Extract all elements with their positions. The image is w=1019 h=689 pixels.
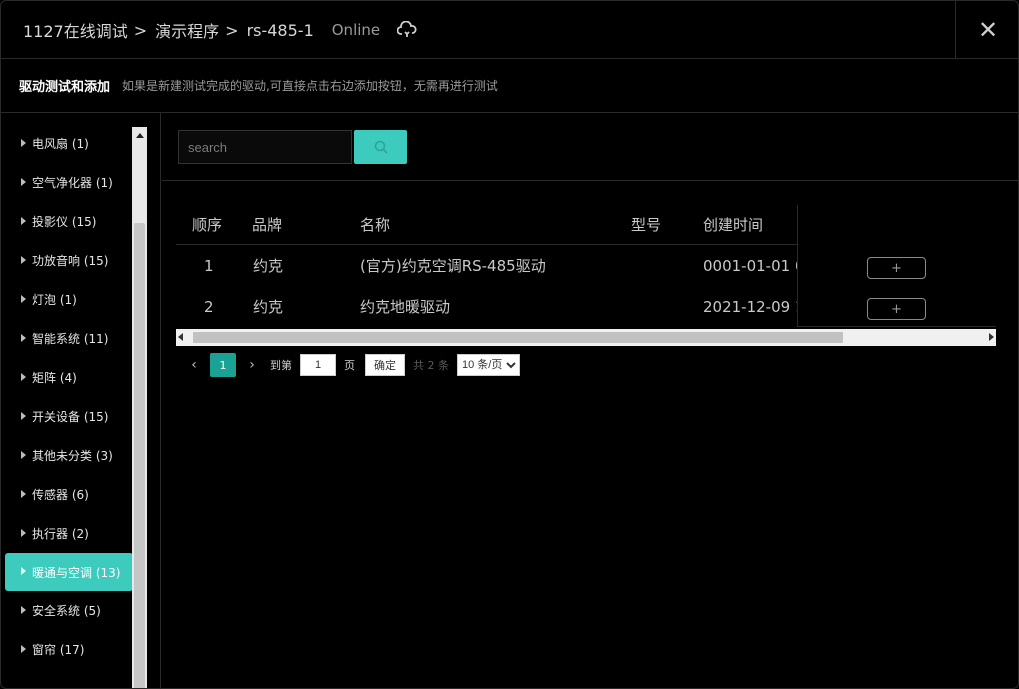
goto-label: 到第 (270, 359, 292, 372)
caret-right-icon (21, 644, 26, 653)
cell-created: 0001-01-01 0 (703, 257, 797, 275)
sidebar-item-label: 电风扇 (1) (32, 137, 89, 151)
search-input[interactable] (178, 130, 352, 164)
sidebar-item-label: 安全系统 (5) (32, 604, 101, 618)
page-size-select[interactable]: 10 条/页 (457, 354, 520, 376)
goto-page-input[interactable] (300, 354, 336, 376)
sidebar-item-category[interactable]: 摄像器 (16) (5, 113, 133, 124)
add-driver-button[interactable]: + (867, 257, 926, 279)
add-driver-button[interactable]: + (867, 298, 926, 320)
sidebar-item-category[interactable]: 电风扇 (1) (5, 124, 133, 163)
breadcrumb-item-project[interactable]: 1127在线调试 (23, 18, 128, 42)
caret-right-icon (21, 567, 26, 575)
page-unit-label: 页 (344, 359, 355, 372)
sidebar-item-category[interactable]: 开关设备 (15) (5, 397, 133, 436)
section-hint: 如果是新建测试完成的驱动,可直接点击右边添加按钮，无需再进行测试 (122, 79, 498, 93)
caret-right-icon (21, 372, 26, 381)
scroll-thumb[interactable] (134, 223, 145, 688)
section-title: 驱动测试和添加 (19, 80, 111, 95)
caret-right-icon (21, 294, 26, 303)
caret-right-icon (21, 411, 26, 420)
section-header: 驱动测试和添加 如果是新建测试完成的驱动,可直接点击右边添加按钮，无需再进行测试 (1, 59, 1018, 113)
goto-confirm-button[interactable]: 确定 (365, 354, 405, 376)
cloud-sync-icon[interactable] (396, 19, 418, 41)
search-icon (374, 140, 388, 154)
caret-right-icon (21, 216, 26, 225)
sidebar-item-category[interactable]: 其他未分类 (3) (5, 436, 133, 475)
caret-right-icon (21, 333, 26, 342)
close-button-area: ✕ (955, 1, 1018, 58)
column-header-model: 型号 (631, 216, 662, 234)
breadcrumb-item-device: rs-485-1 (246, 20, 314, 40)
category-list: 摄像器 (16) 电风扇 (1) 空气净化器 (1) 投影仪 (15) 功放音响 (15… (5, 113, 133, 669)
sidebar-item-category[interactable]: 窗帘 (17) (5, 630, 133, 669)
driver-table: 顺序 品牌 名称 型号 创建时间 1 约克 (官方)约克空调RS-485驱动 0… (176, 205, 996, 347)
dialog-header: 1127在线调试 > 演示程序 > rs-485-1 Online ✕ (1, 1, 1018, 59)
scroll-left-icon[interactable] (178, 333, 183, 341)
sidebar-item-category[interactable]: 空气净化器 (1) (5, 163, 133, 202)
search-button[interactable] (354, 130, 407, 164)
caret-right-icon (21, 138, 26, 147)
sidebar-item-label: 智能系统 (11) (32, 332, 109, 346)
status-badge: Online (331, 21, 381, 39)
cell-created: 2021-12-09 1 (703, 298, 797, 316)
sidebar-item-category[interactable]: 传感器 (6) (5, 475, 133, 514)
chevron-right-icon: > (225, 20, 239, 40)
caret-right-icon (21, 605, 26, 614)
sidebar-item-label: 其他未分类 (3) (32, 449, 113, 463)
caret-right-icon (21, 450, 26, 459)
column-header-name: 名称 (360, 216, 391, 234)
sidebar-item-label: 窗帘 (17) (32, 643, 85, 657)
breadcrumb-item-program[interactable]: 演示程序 (155, 18, 219, 42)
main-panel: 顺序 品牌 名称 型号 创建时间 1 约克 (官方)约克空调RS-485驱动 0… (162, 113, 1018, 688)
category-sidebar: 摄像器 (16) 电风扇 (1) 空气净化器 (1) 投影仪 (15) 功放音响 (15… (1, 113, 161, 688)
dialog-window: 1127在线调试 > 演示程序 > rs-485-1 Online ✕ 驱动测试… (0, 0, 1019, 689)
cell-index: 2 (204, 298, 214, 316)
sidebar-item-category[interactable]: 矩阵 (4) (5, 358, 133, 397)
pagination: ‹ 1 › 到第 页 确定 共 2 条 10 条/页 (184, 353, 520, 377)
sidebar-item-category[interactable]: 暖通与空调 (13) (5, 553, 133, 591)
sidebar-item-label: 灯泡 (1) (32, 293, 77, 307)
caret-right-icon (21, 528, 26, 537)
sidebar-item-category[interactable]: 功放音响 (15) (5, 241, 133, 280)
sidebar-item-label: 矩阵 (4) (32, 371, 77, 385)
sidebar-item-label: 暖通与空调 (13) (32, 565, 121, 580)
cell-brand: 约克 (253, 257, 284, 275)
sidebar-scrollbar[interactable] (132, 127, 147, 688)
cell-index: 1 (204, 257, 214, 275)
scroll-up-icon[interactable] (132, 127, 147, 143)
sidebar-item-label: 功放音响 (15) (32, 254, 109, 268)
page-number-current[interactable]: 1 (210, 353, 236, 377)
cell-brand: 约克 (253, 298, 284, 316)
close-icon[interactable]: ✕ (978, 18, 998, 42)
caret-right-icon (21, 177, 26, 186)
caret-right-icon (21, 255, 26, 264)
chevron-left-icon[interactable]: ‹ (184, 357, 204, 373)
sidebar-item-category[interactable]: 智能系统 (11) (5, 319, 133, 358)
chevron-right-icon: > (133, 20, 148, 40)
sidebar-item-label: 空气净化器 (1) (32, 176, 113, 190)
cell-name: 约克地暖驱动 (360, 298, 451, 316)
sidebar-item-category[interactable]: 执行器 (2) (5, 514, 133, 553)
column-header-brand: 品牌 (252, 216, 283, 234)
sidebar-item-category[interactable]: 灯泡 (1) (5, 280, 133, 319)
sidebar-item-category[interactable]: 投影仪 (15) (5, 202, 133, 241)
total-count: 共 2 条 (413, 359, 449, 372)
caret-right-icon (21, 489, 26, 498)
search-bar (162, 113, 1018, 181)
sidebar-item-label: 投影仪 (15) (32, 215, 97, 229)
scroll-right-icon[interactable] (989, 333, 994, 341)
sidebar-item-label: 传感器 (6) (32, 488, 89, 502)
table-horizontal-scrollbar[interactable] (176, 329, 996, 346)
sidebar-item-label: 开关设备 (15) (32, 410, 109, 424)
breadcrumb: 1127在线调试 > 演示程序 > rs-485-1 Online (23, 1, 418, 59)
sidebar-item-label: 执行器 (2) (32, 527, 89, 541)
column-header-created: 创建时间 (703, 216, 764, 234)
column-header-index: 顺序 (192, 216, 223, 234)
scroll-thumb[interactable] (193, 332, 843, 343)
action-column: + + (797, 205, 996, 327)
chevron-right-icon[interactable]: › (242, 357, 262, 373)
cell-name: (官方)约克空调RS-485驱动 (360, 257, 546, 275)
sidebar-item-category[interactable]: 安全系统 (5) (5, 591, 133, 630)
